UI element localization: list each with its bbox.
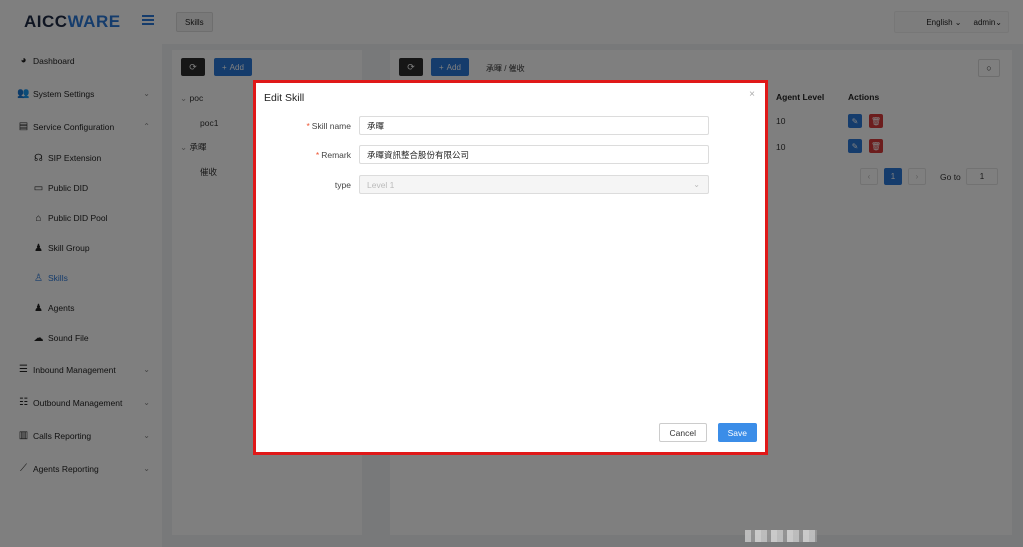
remark-input[interactable]: 承暉資訊整合股份有限公司 [359,145,709,164]
cancel-button[interactable]: Cancel [658,423,707,442]
chevron-down-icon: ⌄ [693,180,700,189]
type-select[interactable]: Level 1 ⌄ [359,175,709,194]
save-button[interactable]: Save [717,423,757,442]
close-icon[interactable]: × [749,89,755,100]
blurred-region [745,530,817,542]
type-label: type [334,180,351,190]
skill-name-input[interactable]: 承暉 [359,116,709,135]
remark-label: * Remark [315,150,351,160]
dialog-title: Edit Skill [264,92,305,104]
skill-name-label: * Skill name [306,121,351,131]
edit-skill-dialog: Edit Skill × * Skill name 承暉 * Remark 承暉資訊… [253,80,768,455]
